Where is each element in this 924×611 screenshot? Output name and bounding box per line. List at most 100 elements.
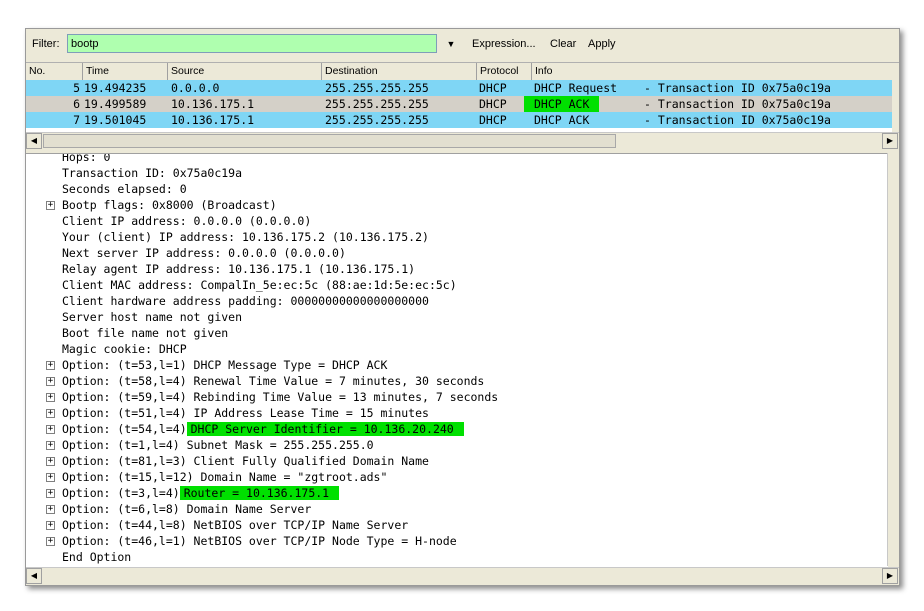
tree-item[interactable]: Your (client) IP address: 10.136.175.2 (… [62, 229, 429, 245]
tree-item[interactable]: Option: (t=6,l=8) Domain Name Server [62, 501, 311, 517]
tree-item[interactable]: Relay agent IP address: 10.136.175.1 (10… [62, 261, 415, 277]
column-header-destination[interactable]: Destination [322, 63, 477, 80]
highlighted-value: Router = 10.136.175.1 [179, 486, 340, 500]
tree-item-label: Option: (t=44,l=8) NetBIOS over TCP/IP N… [62, 518, 409, 532]
packet-protocol: DHCP [479, 81, 507, 95]
packet-info-detail: - Transaction ID 0x75a0c19a [644, 97, 831, 111]
column-header-time[interactable]: Time [83, 63, 168, 80]
packet-list-vertical-scrollbar[interactable] [892, 80, 899, 132]
filter-input[interactable] [67, 34, 437, 53]
tree-item-label: End Option [62, 550, 132, 564]
packet-list: 5 19.494235 0.0.0.0 255.255.255.255 DHCP DHCP… [26, 80, 899, 132]
expand-plus-icon[interactable]: + [46, 361, 55, 370]
tree-item-label: Bootp flags: 0x8000 (Broadcast) [62, 198, 277, 212]
packet-details-tree: Hops: 0 Transaction ID: 0x75a0c19a Seconds… [26, 153, 888, 567]
expand-plus-icon[interactable]: + [46, 521, 55, 530]
tree-item[interactable]: Option: (t=58,l=4) Renewal Time Value = … [62, 373, 484, 389]
tree-item[interactable]: Client MAC address: CompalIn_5e:ec:5c (8… [62, 277, 457, 293]
expression-button[interactable]: Expression... [472, 38, 536, 50]
tree-item[interactable]: Option: (t=44,l=8) NetBIOS over TCP/IP N… [62, 517, 408, 533]
packet-time: 19.501045 [84, 113, 147, 127]
tree-item-label: Option: (t=59,l=4) Rebinding Time Value … [62, 390, 499, 404]
tree-item[interactable]: Hops: 0 [62, 153, 111, 165]
clear-button[interactable]: Clear [550, 38, 576, 50]
packet-info-type: DHCP ACK [524, 96, 600, 112]
tree-item[interactable]: Option: (t=59,l=4) Rebinding Time Value … [62, 389, 498, 405]
tree-item[interactable]: Client hardware address padding: 0000000… [62, 293, 429, 309]
expand-plus-icon[interactable]: + [46, 505, 55, 514]
expand-plus-icon[interactable]: + [46, 537, 55, 546]
expand-plus-icon[interactable]: + [46, 393, 55, 402]
expand-plus-icon[interactable]: + [46, 201, 55, 210]
tree-item[interactable]: Bootp flags: 0x8000 (Broadcast) [62, 197, 277, 213]
tree-item-label: Hops: 0 [62, 153, 111, 164]
tree-item[interactable]: Option: (t=1,l=4) Subnet Mask = 255.255.… [62, 437, 374, 453]
tree-item[interactable]: Magic cookie: DHCP [62, 341, 187, 357]
packet-details-vertical-scrollbar[interactable] [887, 153, 899, 566]
expand-plus-icon[interactable]: + [46, 489, 55, 498]
tree-item-label: Client IP address: 0.0.0.0 (0.0.0.0) [62, 214, 312, 228]
tree-item-label: Option: (t=15,l=12) Domain Name = "zgtro… [62, 470, 388, 484]
tree-item[interactable]: Option: (t=3,l=4) Router = 10.136.175.1 [62, 485, 340, 501]
filter-dropdown-arrow-icon[interactable]: ▼ [444, 37, 458, 51]
tree-item[interactable]: Option: (t=54,l=4) DHCP Server Identifier… [62, 421, 464, 437]
tree-item-label: Option: (t=81,l=3) Client Fully Qualifie… [62, 454, 429, 468]
packet-details-horizontal-scrollbar[interactable]: ◀ ▶ [26, 567, 899, 584]
expand-plus-icon[interactable]: + [46, 441, 55, 450]
packet-destination: 255.255.255.255 [325, 97, 429, 111]
packet-protocol: DHCP [479, 113, 507, 127]
tree-item[interactable]: Option: (t=51,l=4) IP Address Lease Time… [62, 405, 429, 421]
tree-item-label: Option: (t=1,l=4) Subnet Mask = 255.255.… [62, 438, 374, 452]
details-scroll-right-arrow-icon[interactable]: ▶ [882, 568, 898, 584]
tree-item[interactable]: Option: (t=46,l=1) NetBIOS over TCP/IP N… [62, 533, 457, 549]
packet-destination: 255.255.255.255 [325, 81, 429, 95]
column-header-protocol[interactable]: Protocol [477, 63, 532, 80]
expand-plus-icon[interactable]: + [46, 377, 55, 386]
tree-item[interactable]: Seconds elapsed: 0 [62, 181, 187, 197]
packet-source: 10.136.175.1 [171, 97, 255, 111]
scroll-right-arrow-icon[interactable]: ▶ [882, 133, 898, 149]
tree-item-label: Client MAC address: CompalIn_5e:ec:5c (8… [62, 278, 457, 292]
packet-destination: 255.255.255.255 [325, 113, 429, 127]
tree-item[interactable]: Transaction ID: 0x75a0c19a [62, 165, 242, 181]
tree-item-label: Boot file name not given [62, 326, 229, 340]
tree-item[interactable]: Server host name not given [62, 309, 242, 325]
table-row[interactable]: 6 19.499589 10.136.175.1 255.255.255.255 DHC… [26, 96, 892, 112]
wireshark-window: Filter: ▼ Expression... Clear Apply No. … [25, 28, 900, 586]
column-header-source[interactable]: Source [168, 63, 322, 80]
details-scroll-left-arrow-icon[interactable]: ◀ [26, 568, 42, 584]
packet-info-type: DHCP ACK [534, 113, 590, 127]
tree-item-label: Option: (t=6,l=8) Domain Name Server [62, 502, 312, 516]
tree-item[interactable]: Boot file name not given [62, 325, 228, 341]
expand-plus-icon[interactable]: + [46, 457, 55, 466]
packet-no: 6 [73, 97, 80, 111]
table-row[interactable]: 5 19.494235 0.0.0.0 255.255.255.255 DHCP DHCP… [26, 80, 892, 96]
tree-item[interactable]: End Option [62, 549, 131, 565]
tree-item-label: Option: (t=3,l=4) [62, 486, 180, 500]
filter-toolbar: Filter: ▼ Expression... Clear Apply [26, 29, 899, 61]
expand-plus-icon[interactable]: + [46, 409, 55, 418]
tree-item[interactable]: Next server IP address: 0.0.0.0 (0.0.0.0… [62, 245, 346, 261]
tree-item[interactable]: Client IP address: 0.0.0.0 (0.0.0.0) [62, 213, 311, 229]
tree-item-label: Option: (t=51,l=4) IP Address Lease Time… [62, 406, 429, 420]
expand-plus-icon[interactable]: + [46, 473, 55, 482]
filter-label: Filter: [32, 38, 60, 50]
column-header-no[interactable]: No. [26, 63, 83, 80]
scroll-left-arrow-icon[interactable]: ◀ [26, 133, 42, 149]
tree-item[interactable]: Option: (t=81,l=3) Client Fully Qualifie… [62, 453, 429, 469]
expand-plus-icon[interactable]: + [46, 425, 55, 434]
tree-item-label: Option: (t=46,l=1) NetBIOS over TCP/IP N… [62, 534, 457, 548]
table-row[interactable]: 7 19.501045 10.136.175.1 255.255.255.255 DHC… [26, 112, 892, 128]
packet-source: 0.0.0.0 [171, 81, 220, 95]
tree-item[interactable]: Option: (t=53,l=1) DHCP Message Type = D… [62, 357, 387, 373]
packet-info-detail: - Transaction ID 0x75a0c19a [644, 81, 831, 95]
packet-list-scroll-thumb[interactable] [43, 134, 616, 148]
column-header-info[interactable]: Info [532, 63, 892, 80]
tree-item[interactable]: Option: (t=15,l=12) Domain Name = "zgtro… [62, 469, 387, 485]
tree-item-label: Your (client) IP address: 10.136.175.2 (… [62, 230, 429, 244]
packet-info-type: DHCP Request [534, 81, 618, 95]
tree-item-label: Option: (t=58,l=4) Renewal Time Value = … [62, 374, 485, 388]
highlighted-value: DHCP Server Identifier = 10.136.20.240 [186, 422, 464, 436]
packet-list-horizontal-scrollbar[interactable]: ◀ ▶ [26, 132, 899, 149]
apply-button[interactable]: Apply [588, 38, 616, 50]
